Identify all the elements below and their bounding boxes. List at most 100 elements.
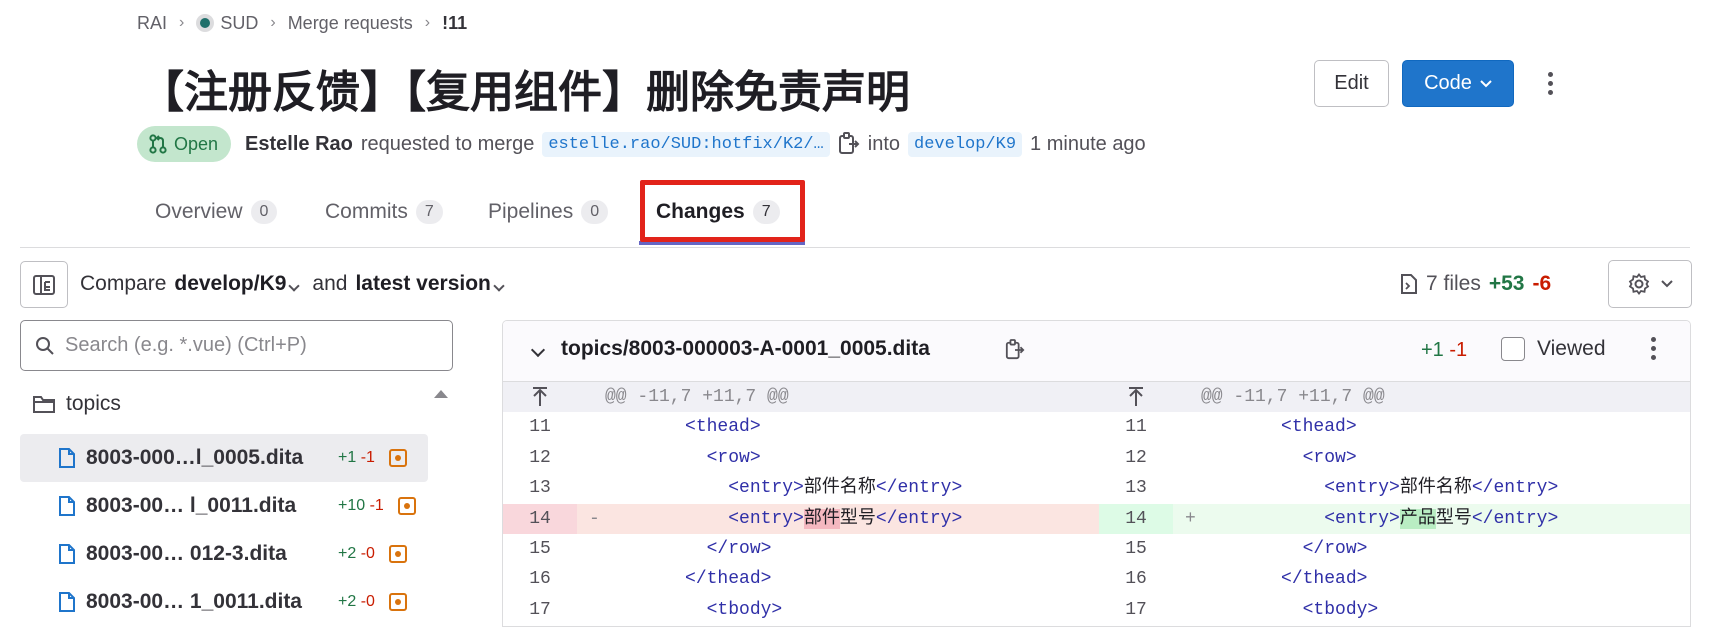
file-tree-scrollbar[interactable] (430, 404, 450, 627)
folder-topics[interactable]: topics (32, 386, 121, 422)
viewed-checkbox[interactable]: Viewed (1501, 337, 1606, 361)
file-removed: -1 (360, 449, 375, 466)
diff-line: 13 <entry>部件名称</entry> 13 <entry>部件名称</en… (503, 473, 1690, 503)
breadcrumb-sud[interactable]: SUD (196, 13, 258, 34)
search-input[interactable] (65, 334, 425, 357)
collapse-chevron-icon[interactable] (530, 342, 546, 358)
tab-label: Overview (155, 200, 243, 223)
diff-removed: -1 (1449, 339, 1468, 361)
tab-label: Commits (325, 200, 408, 223)
old-line-number[interactable]: 17 (503, 595, 577, 625)
lines-removed: -6 (1532, 272, 1552, 295)
old-line-code: <row> (706, 447, 761, 468)
diff-line: 15 </row> 15 </row> (503, 534, 1690, 564)
source-branch[interactable]: estelle.rao/SUD:hotfix/K2/… (542, 131, 830, 157)
scroll-up-arrow-icon[interactable] (434, 390, 448, 398)
tab-commits[interactable]: Commits 7 (325, 197, 443, 227)
target-branch-dropdown[interactable]: develop/K9 (174, 272, 304, 296)
status-badge: Open (137, 126, 232, 162)
and-label: and (312, 272, 348, 295)
diff-options-kebab-icon[interactable] (1651, 337, 1656, 360)
file-icon (59, 496, 75, 516)
old-line-number[interactable]: 11 (503, 412, 577, 442)
hunk-header-right: @@ -11,7 +11,7 @@ (1201, 387, 1385, 407)
new-line-number[interactable]: 11 (1099, 412, 1173, 442)
toggle-file-tree-button[interactable] (20, 261, 68, 308)
file-tree-item[interactable]: 8003-00… l_0011.dita +10 -1 (20, 482, 428, 530)
target-branch[interactable]: develop/K9 (908, 131, 1023, 157)
file-removed: -0 (360, 593, 375, 610)
file-icon (59, 592, 75, 612)
new-line-number[interactable]: 14 (1099, 503, 1173, 534)
file-name: 8003-00… 1_0011.dita (86, 590, 302, 613)
edit-button[interactable]: Edit (1314, 60, 1389, 107)
old-line-code: <thead> (685, 417, 761, 438)
old-line-code: </thead> (685, 569, 772, 590)
new-line-number[interactable]: 15 (1099, 534, 1173, 564)
new-line-number[interactable]: 12 (1099, 443, 1173, 473)
tab-label: Pipelines (488, 200, 574, 223)
author-link[interactable]: Estelle Rao (245, 133, 353, 156)
lines-added: +53 (1488, 272, 1525, 295)
new-line-number[interactable]: 16 (1099, 564, 1173, 594)
file-tree-item[interactable]: 8003-00… ‌012-3.dita +2 -0 (20, 530, 428, 578)
breadcrumb: RAI › SUD › Merge requests › !11 (137, 10, 467, 36)
file-modified-icon (397, 497, 416, 515)
new-line-number[interactable]: 13 (1099, 473, 1173, 503)
gear-icon (1628, 273, 1650, 295)
diff-line: 11 <thead> 11 <thead> (503, 412, 1690, 442)
merge-request-icon (149, 134, 167, 154)
file-icon (59, 448, 75, 468)
chevron-down-icon (288, 280, 301, 292)
breadcrumb-rai[interactable]: RAI (137, 13, 167, 34)
code-dropdown-button[interactable]: Code (1402, 60, 1514, 107)
copy-icon[interactable] (838, 132, 860, 156)
old-line-number[interactable]: 14 (503, 503, 577, 534)
old-line-number[interactable]: 16 (503, 564, 577, 594)
file-stats: +2 -0 (338, 593, 375, 611)
page-title: 【注册反馈】【复用组件】删除免责声明 (140, 68, 910, 117)
old-line-number[interactable]: 13 (503, 473, 577, 503)
old-line-number[interactable]: 15 (503, 534, 577, 564)
breadcrumb-mr-id[interactable]: !11 (442, 13, 467, 34)
file-name: 8003-00… ‌012-3.dita (86, 542, 287, 565)
new-line-code: <entry>部件名称</entry> (1324, 478, 1559, 499)
file-stats: +10 -1 (338, 497, 384, 515)
new-line-code: <tbody> (1302, 599, 1379, 620)
folder-label: topics (66, 392, 121, 415)
chevron-down-icon (1661, 280, 1673, 288)
project-avatar-icon (196, 14, 215, 32)
diff-stats: 7 files +53 -6 (1400, 268, 1551, 300)
status-label: Open (174, 133, 219, 154)
file-tree-item[interactable]: 8003-000…l_0005.dita +1 -1 (20, 434, 428, 482)
new-line-number[interactable]: 17 (1099, 595, 1173, 625)
file-tree: topics 8003-000…l_0005.dita +1 -1 8003-0… (20, 386, 454, 627)
version-label: latest version (355, 272, 491, 295)
diff-file-path[interactable]: topics/8003-000003-A-0001_0005.dita (561, 337, 930, 361)
checkbox-box[interactable] (1501, 337, 1525, 361)
diff-line: 12 <row> 12 <row> (503, 443, 1690, 473)
more-actions-kebab-icon[interactable] (1540, 66, 1560, 100)
tab-count: 7 (415, 200, 443, 224)
file-removed: -0 (360, 545, 375, 562)
chevron-down-icon (1480, 79, 1492, 87)
file-tree-item[interactable]: 8003-00… 1_0011.dita +2 -0 (20, 578, 428, 626)
tab-count: 0 (581, 200, 609, 224)
chevron-down-icon (493, 280, 505, 292)
viewed-label: Viewed (1537, 337, 1606, 360)
tab-pipelines[interactable]: Pipelines 0 (488, 197, 609, 227)
breadcrumb-merge-requests[interactable]: Merge requests (288, 13, 413, 34)
old-line-number[interactable]: 12 (503, 443, 577, 473)
copy-path-icon[interactable] (1005, 338, 1025, 362)
mr-meta: Open Estelle Rao requested to merge este… (137, 126, 1146, 162)
tab-overview[interactable]: Overview 0 (155, 197, 278, 227)
diff-line: 14- <entry>部件型号</entry> 14 + <entry>产品型号</… (503, 503, 1690, 534)
version-dropdown[interactable]: latest version (355, 272, 508, 296)
old-line-code: <entry>部件型号</entry> (728, 508, 963, 529)
expand-up-icon[interactable] (1127, 386, 1145, 408)
file-name: 8003-00… l_0011.dita (86, 494, 297, 517)
file-modified-icon (388, 593, 407, 611)
expand-up-icon[interactable] (531, 386, 549, 408)
diff-settings-button[interactable] (1608, 260, 1692, 308)
diff-file-header: topics/8003-000003-A-0001_0005.dita +1 -… (503, 321, 1690, 382)
